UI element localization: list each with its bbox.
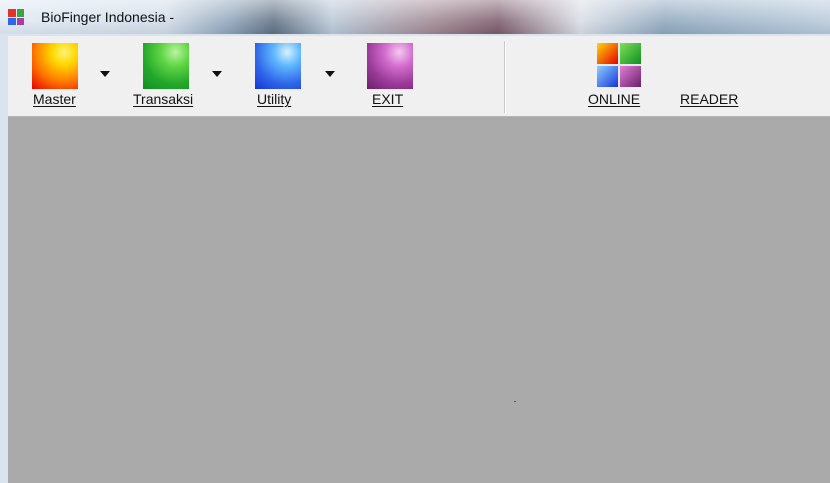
- mdi-client-area: [8, 117, 830, 483]
- exit-label: EXIT: [372, 91, 404, 107]
- main-toolbar: Master Transaksi Utility EXIT ONLINE REA…: [8, 36, 830, 117]
- utility-icon: [255, 43, 301, 89]
- app-icon: [8, 9, 24, 25]
- transaksi-dropdown-arrow-icon[interactable]: [212, 71, 222, 77]
- master-icon: [32, 43, 78, 89]
- transaksi-label: Transaksi: [133, 91, 194, 107]
- online-quad-icon: [597, 43, 641, 87]
- app-window: BioFinger Indonesia - Master Transaksi U…: [0, 0, 830, 483]
- online-label: ONLINE: [588, 91, 641, 107]
- stray-pixel: [514, 401, 516, 402]
- window-frame: Master Transaksi Utility EXIT ONLINE REA…: [0, 34, 830, 483]
- utility-label: Utility: [257, 91, 292, 107]
- exit-icon: [367, 43, 413, 89]
- utility-dropdown-arrow-icon[interactable]: [325, 71, 335, 77]
- reader-label: READER: [680, 91, 739, 107]
- title-bar[interactable]: BioFinger Indonesia -: [0, 0, 830, 34]
- master-dropdown-arrow-icon[interactable]: [100, 71, 110, 77]
- online-button[interactable]: ONLINE: [588, 36, 658, 112]
- reader-button[interactable]: READER: [680, 36, 750, 112]
- window-title: BioFinger Indonesia -: [41, 9, 175, 25]
- master-label: Master: [33, 91, 76, 107]
- transaksi-icon: [143, 43, 189, 89]
- exit-button[interactable]: EXIT: [367, 36, 427, 112]
- utility-button[interactable]: Utility: [255, 36, 335, 112]
- toolbar-separator: [504, 41, 506, 113]
